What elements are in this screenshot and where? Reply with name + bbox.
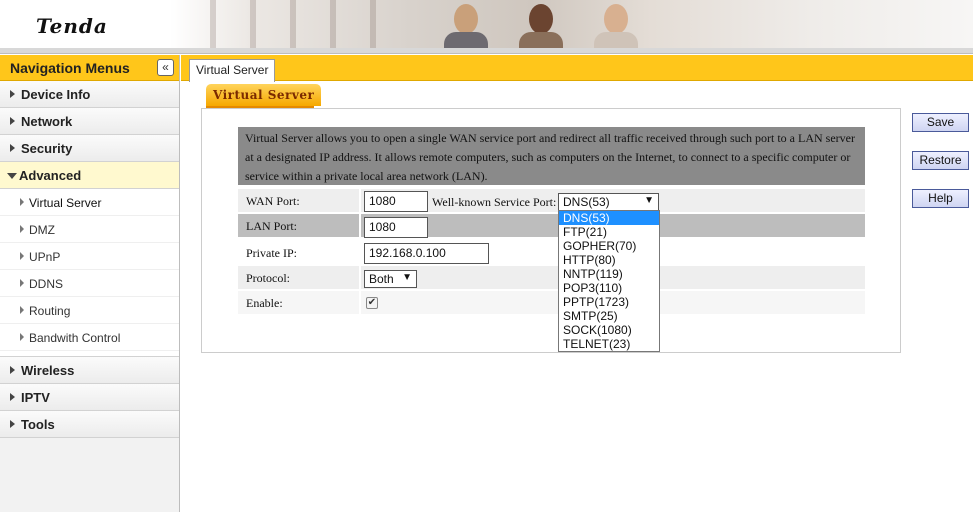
sidebar-subitem-label: DDNS	[29, 277, 64, 291]
sidebar-item-advanced[interactable]: Advanced	[0, 162, 179, 189]
virtual-server-panel: Virtual Server allows you to open a sing…	[201, 108, 901, 353]
header-banner-image	[170, 0, 973, 48]
tenda-logo: Tenda	[36, 14, 108, 38]
dropdown-option[interactable]: SOCK(1080)	[559, 323, 659, 337]
caret-right-icon	[20, 279, 24, 287]
private-ip-label: Private IP:	[246, 246, 297, 260]
caret-right-icon	[10, 90, 15, 98]
sidebar: Navigation Menus « Device Info Network S…	[0, 55, 180, 512]
sidebar-item-label: Advanced	[19, 168, 82, 183]
enable-label: Enable:	[246, 296, 283, 310]
collapse-nav-button[interactable]: «	[157, 59, 174, 76]
well-known-port-dropdown-list: DNS(53) FTP(21) GOPHER(70) HTTP(80) NNTP…	[558, 210, 660, 352]
protocol-row: Protocol:	[238, 266, 865, 290]
caret-right-icon	[20, 225, 24, 233]
sidebar-item-label: IPTV	[21, 390, 50, 405]
sidebar-subitem-label: UPnP	[29, 250, 61, 264]
caret-right-icon	[20, 333, 24, 341]
description-text: Virtual Server allows you to open a sing…	[238, 127, 865, 185]
sidebar-item-security[interactable]: Security	[0, 135, 179, 162]
protocol-value: Both	[369, 272, 394, 286]
sidebar-subitem-bandwidth-control[interactable]: Bandwith Control	[0, 324, 179, 351]
well-known-port-select[interactable]: DNS(53) ▼	[558, 193, 659, 211]
sidebar-item-device-info[interactable]: Device Info	[0, 81, 179, 108]
enable-checkbox[interactable]: ✔	[366, 297, 378, 309]
well-known-port-label: Well-known Service Port:	[432, 195, 557, 209]
sidebar-subitem-label: Routing	[29, 304, 71, 318]
sidebar-item-label: Wireless	[21, 363, 75, 378]
save-button[interactable]: Save	[912, 113, 969, 132]
lan-port-row: LAN Port:	[238, 214, 865, 238]
caret-right-icon	[20, 252, 24, 260]
lan-port-input[interactable]: 1080	[364, 217, 428, 238]
sidebar-item-tools[interactable]: Tools	[0, 411, 179, 438]
dropdown-arrow-icon: ▼	[644, 195, 654, 206]
sidebar-item-label: Device Info	[21, 87, 91, 102]
tab-bar: Virtual Server	[181, 55, 973, 82]
dropdown-option[interactable]: GOPHER(70)	[559, 239, 659, 253]
header: Tenda	[0, 0, 973, 48]
dropdown-option[interactable]: DNS(53)	[559, 211, 659, 225]
sidebar-subitem-upnp[interactable]: UPnP	[0, 243, 179, 270]
caret-right-icon	[10, 366, 15, 374]
restore-button[interactable]: Restore	[912, 151, 969, 170]
dropdown-arrow-icon: ▼	[402, 272, 412, 283]
protocol-label: Protocol:	[246, 271, 290, 285]
sidebar-item-label: Security	[21, 141, 73, 156]
caret-down-icon	[7, 173, 17, 179]
sidebar-item-iptv[interactable]: IPTV	[0, 384, 179, 411]
dropdown-option[interactable]: TELNET(23)	[559, 337, 659, 351]
sidebar-subitem-virtual-server[interactable]: Virtual Server	[0, 189, 179, 216]
section-tab: Virtual Server	[206, 84, 322, 106]
dropdown-option[interactable]: NNTP(119)	[559, 267, 659, 281]
caret-right-icon	[10, 420, 15, 428]
caret-right-icon	[20, 306, 24, 314]
private-ip-row: Private IP:	[238, 241, 865, 265]
dropdown-option[interactable]: POP3(110)	[559, 281, 659, 295]
nav-title: Navigation Menus	[10, 60, 130, 76]
caret-right-icon	[10, 144, 15, 152]
dropdown-option[interactable]: SMTP(25)	[559, 309, 659, 323]
caret-right-icon	[20, 198, 24, 206]
sidebar-item-wireless[interactable]: Wireless	[0, 357, 179, 384]
wan-port-label: WAN Port:	[246, 194, 300, 208]
sidebar-subitem-label: Virtual Server	[29, 196, 102, 210]
private-ip-input[interactable]: 192.168.0.100	[364, 243, 489, 264]
dropdown-option[interactable]: FTP(21)	[559, 225, 659, 239]
sidebar-subitem-label: Bandwith Control	[29, 331, 121, 345]
sidebar-item-label: Tools	[21, 417, 55, 432]
caret-right-icon	[10, 117, 15, 125]
sidebar-subitem-dmz[interactable]: DMZ	[0, 216, 179, 243]
nav-header: Navigation Menus «	[0, 55, 179, 81]
caret-right-icon	[10, 393, 15, 401]
protocol-select[interactable]: Both ▼	[364, 270, 417, 288]
dropdown-option[interactable]: HTTP(80)	[559, 253, 659, 267]
tab-virtual-server[interactable]: Virtual Server	[189, 59, 276, 82]
sidebar-subitem-routing[interactable]: Routing	[0, 297, 179, 324]
enable-row: Enable:	[238, 291, 865, 315]
dropdown-option[interactable]: PPTP(1723)	[559, 295, 659, 309]
header-divider	[0, 48, 973, 54]
sidebar-item-label: Network	[21, 114, 73, 129]
lan-port-label: LAN Port:	[246, 219, 297, 233]
sidebar-subitem-ddns[interactable]: DDNS	[0, 270, 179, 297]
wan-port-input[interactable]: 1080	[364, 191, 428, 212]
sidebar-subitem-label: DMZ	[29, 223, 55, 237]
help-button[interactable]: Help	[912, 189, 969, 208]
sidebar-item-network[interactable]: Network	[0, 108, 179, 135]
well-known-port-value: DNS(53)	[563, 195, 610, 209]
